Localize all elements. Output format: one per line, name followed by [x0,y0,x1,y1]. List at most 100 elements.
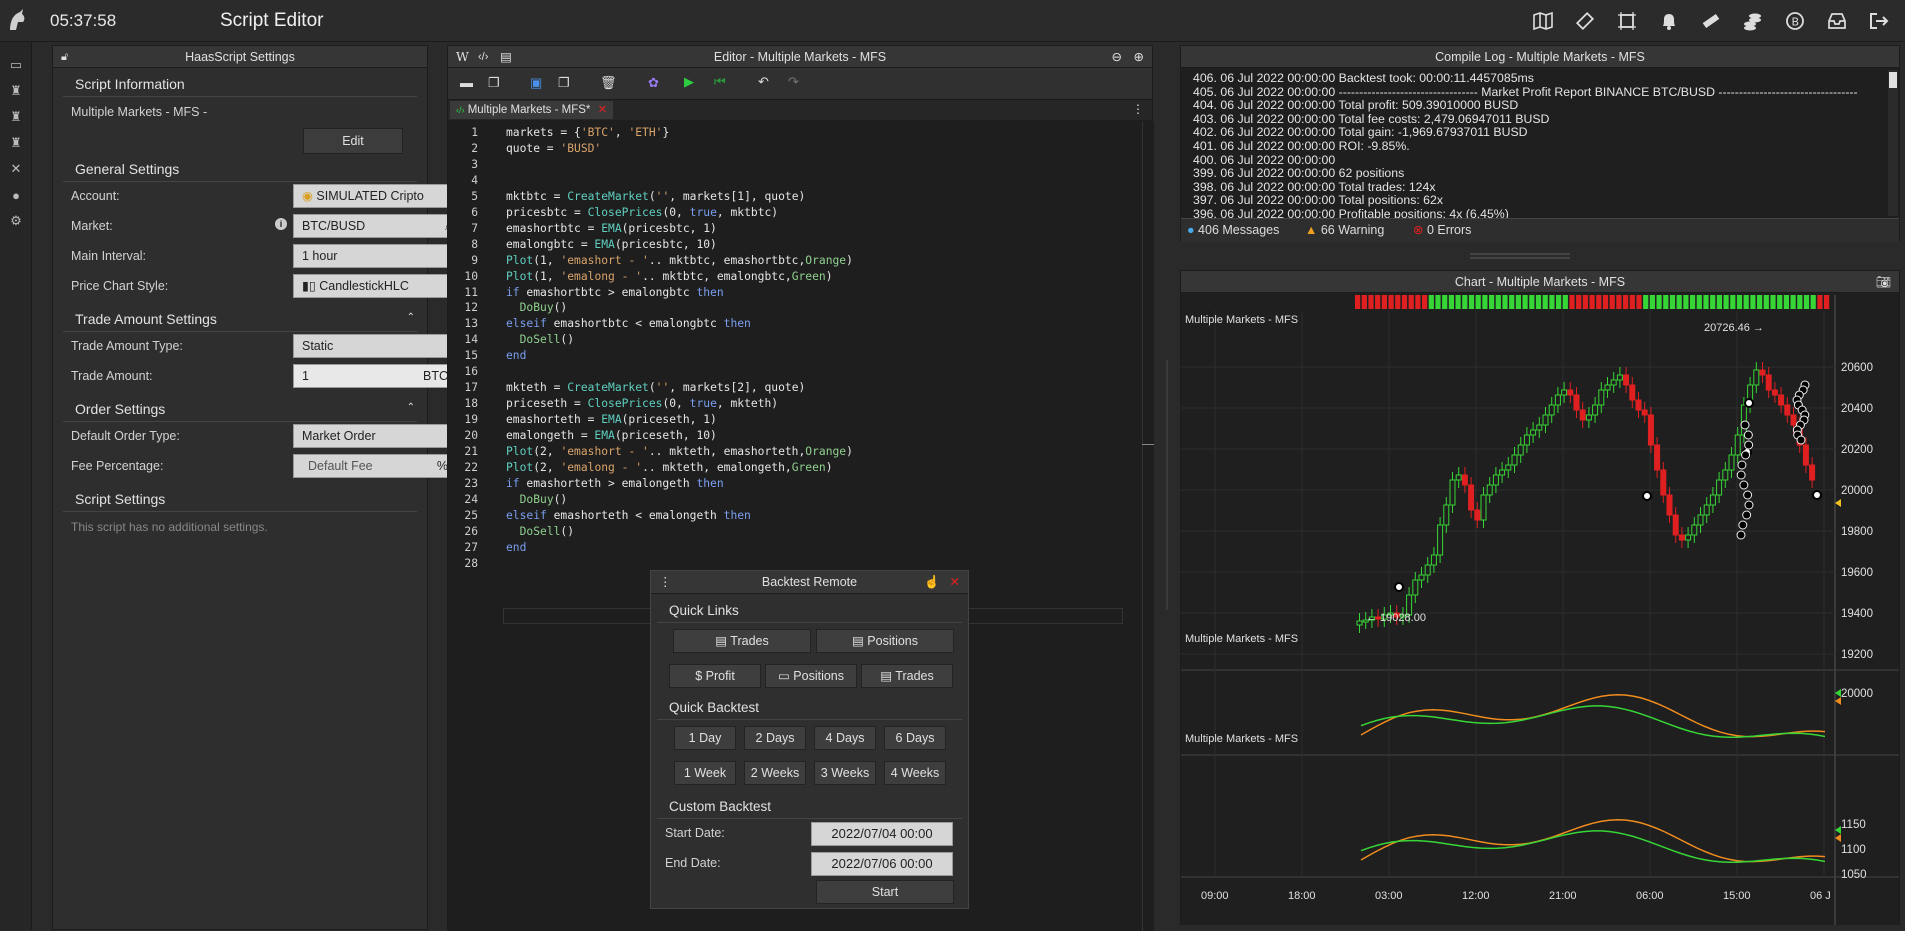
messages-filter[interactable]: ● 406 Messages [1187,219,1279,242]
trade-amount-type-select[interactable]: Static▲▼ [293,334,461,358]
code-line[interactable]: DoBuy() [506,493,568,506]
positions-link-button[interactable]: ▤ Positions [816,629,954,653]
account-select[interactable]: ◉ SIMULATED Cripto▲▼ [293,184,461,208]
collapse-icon[interactable]: ⌃ [407,402,415,413]
log-lines[interactable]: 406. 06 Jul 2022 00:00:00 Backtest took:… [1181,68,1887,218]
ticket-icon[interactable] [1573,9,1597,33]
redo-icon[interactable]: ↷ [788,74,799,90]
copy-icon[interactable]: ❐ [488,75,500,91]
code-line[interactable]: if emashortbtc > emalongbtc then [506,286,724,299]
code-line[interactable]: emashortbtc = EMA(pricesbtc, 1) [506,222,717,235]
period-button[interactable]: 1 Week [674,761,736,785]
code-line[interactable]: emashorteth = EMA(priceseth, 1) [506,413,717,426]
period-button[interactable]: 3 Weeks [814,761,876,785]
period-button[interactable]: 4 Weeks [884,761,946,785]
tools-icon[interactable]: ✕ [0,156,32,182]
chess-tower-icon[interactable]: ♜ [0,130,32,156]
code-line[interactable]: end [506,541,526,554]
errors-filter[interactable]: ⊗ 0 Errors [1413,219,1471,242]
zoom-in-icon[interactable]: ⊕ [1134,46,1144,68]
start-button[interactable]: Start [816,880,954,904]
info-icon[interactable]: i [275,218,287,230]
chart[interactable]: 20600 20400 20200 20000 19800 19600 19400 19200… [1181,295,1899,925]
code-line[interactable]: mkteth = CreateMarket('', markets[2], qu… [506,381,805,394]
market-input[interactable]: BTC/BUSD⌕ [293,214,461,238]
logout-icon[interactable] [1867,9,1891,33]
pointer-icon[interactable]: ☝ [924,571,940,594]
end-date-input[interactable]: 2022/07/06 00:00 [811,852,953,876]
fee-input[interactable]: Default Fee% [293,454,461,478]
trade-amount-input[interactable]: 1 BTC [293,364,461,388]
code-line[interactable]: end [506,349,526,362]
code-line[interactable]: DoSell() [506,333,574,346]
frame-icon[interactable] [1615,9,1639,33]
save-icon[interactable]: ▣ [530,75,542,91]
code-line[interactable]: markets = {'BTC', 'ETH'} [506,126,669,139]
haas-logo-icon[interactable] [6,8,28,32]
code-line[interactable]: priceseth = ClosePrices(0, true, mkteth) [506,397,778,410]
wiki-icon[interactable]: W [456,46,469,68]
code-line[interactable]: emalongbtc = EMA(pricesbtc, 10) [506,238,717,251]
code-line[interactable]: Plot(2, 'emalong - '.. mkteth, emalonget… [506,461,833,474]
code-line[interactable]: emalongeth = EMA(priceseth, 10) [506,429,717,442]
chess-rook-icon[interactable]: ♜ [0,104,32,130]
delete-icon[interactable]: 🗑︎ [600,75,617,91]
duplicate-icon[interactable]: ❐ [558,75,570,91]
code-line[interactable]: if emashorteth > emalongeth then [506,477,724,490]
period-button[interactable]: 4 Days [814,726,876,750]
period-button[interactable]: 2 Days [744,726,806,750]
code-line[interactable]: Plot(2, 'emashort - '.. mkteth, emashort… [506,445,853,458]
coins-icon[interactable] [1741,9,1765,33]
code-line[interactable]: elseif emashortbtc < emalongbtc then [506,317,751,330]
tab-multiple-markets[interactable]: ‹/› Multiple Markets - MFS* ✕ [450,101,614,119]
interval-select[interactable]: 1 hour▲▼ [293,244,461,268]
close-icon[interactable]: ✕ [950,571,960,594]
period-button[interactable]: 6 Days [884,726,946,750]
user-icon[interactable]: ● [0,182,32,208]
period-button[interactable]: 2 Weeks [744,761,806,785]
open-folder-icon[interactable]: ▬ [460,75,473,90]
close-tab-icon[interactable]: ✕ [598,104,608,116]
chart-style-select[interactable]: ▮▯ CandlestickHLC▲▼ [293,274,461,298]
code-line[interactable]: pricesbtc = ClosePrices(0, true, mktbtc) [506,206,778,219]
collapse-icon[interactable]: ⌃ [407,312,415,323]
warnings-filter[interactable]: ▲ 66 Warning [1305,219,1384,242]
unlock-icon[interactable]: 🔓︎ [61,46,68,68]
menu-icon[interactable]: ⋮ [659,571,672,594]
camera-icon[interactable]: 📷︎ [1876,271,1891,293]
order-type-label: Default Order Type: [71,429,180,443]
zoom-out-icon[interactable]: ⊖ [1112,46,1122,68]
trades-link-button[interactable]: ▤ Trades [673,629,811,653]
run-icon[interactable]: ▶ [684,74,694,90]
backtest-header[interactable]: ⋮ Backtest Remote ☝ ✕ [651,571,968,594]
order-type-select[interactable]: Market Order▲▼ [293,424,461,448]
code-line[interactable]: DoBuy() [506,301,568,314]
code-line[interactable]: quote = 'BUSD' [506,142,601,155]
edit-button[interactable]: Edit [303,128,403,154]
code-icon[interactable]: ‹/› [478,46,488,68]
tab-menu-icon[interactable]: ⋮ [1132,102,1144,116]
document-icon: ▤ [880,669,896,683]
bell-icon[interactable] [1657,9,1681,33]
ruler-icon[interactable] [1699,9,1723,33]
visual-editor-icon[interactable]: ✿ [648,75,659,91]
start-date-input[interactable]: 2022/07/04 00:00 [811,822,953,846]
code-line[interactable]: elseif emashorteth < emalongeth then [506,509,751,522]
settings-icon[interactable]: ⚙ [0,208,32,234]
map-icon[interactable] [1531,9,1555,33]
backtest-icon[interactable]: ⏮ [714,74,726,90]
chess-piece-icon[interactable]: ♜ [0,78,32,104]
period-button[interactable]: 1 Day [674,726,736,750]
monitor-icon[interactable]: ▭ [0,52,32,78]
inbox-icon[interactable] [1825,9,1849,33]
code-line[interactable]: Plot(1, 'emashort - '.. mktbtc, emashort… [506,254,853,267]
code-line[interactable]: DoSell() [506,525,574,538]
positions-button[interactable]: ▭ Positions [765,664,857,688]
bitcoin-refresh-icon[interactable]: B [1783,9,1807,33]
trades-button[interactable]: ▤ Trades [861,664,953,688]
code-line[interactable]: mktbtc = CreateMarket('', markets[1], qu… [506,190,805,203]
file-icon[interactable]: ▤ [500,46,512,68]
code-line[interactable]: Plot(1, 'emalong - '.. mktbtc, emalongbt… [506,270,833,283]
undo-icon[interactable]: ↶ [758,74,769,90]
profit-button[interactable]: $ Profit [669,664,761,688]
